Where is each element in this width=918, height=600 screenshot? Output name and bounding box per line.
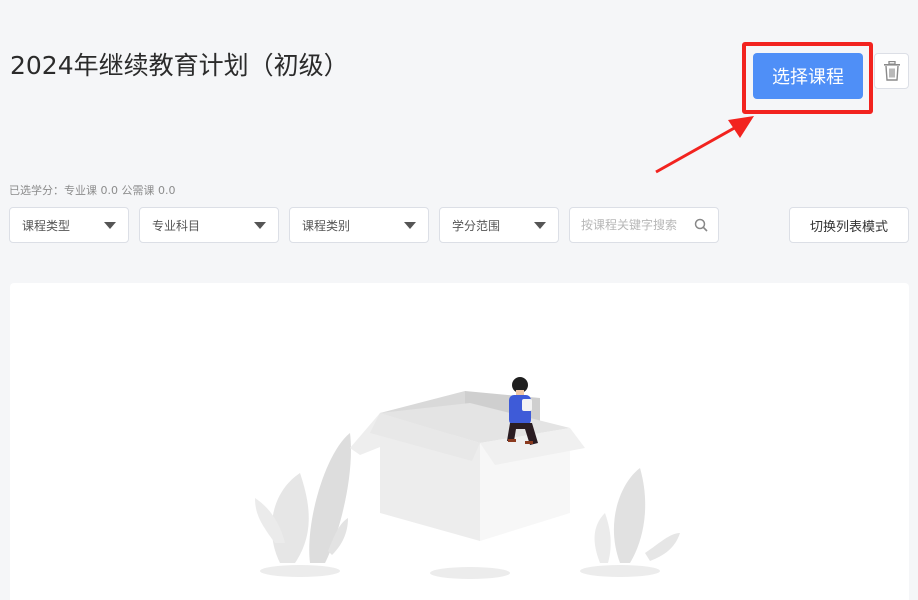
course-list-panel — [10, 283, 909, 600]
select-course-button[interactable]: 选择课程 — [753, 53, 863, 99]
page-title: 2024年继续教育计划（初级） — [10, 51, 349, 80]
filter-label: 学分范围 — [452, 218, 501, 233]
caret-down-icon — [104, 222, 116, 229]
filter-label: 专业科目 — [152, 218, 201, 233]
toggle-list-mode-button[interactable]: 切换列表模式 — [789, 207, 909, 243]
search-input[interactable] — [581, 208, 691, 242]
caret-down-icon — [404, 222, 416, 229]
annotation-arrow — [655, 116, 754, 174]
filter-course-type[interactable]: 课程类型 — [9, 207, 129, 243]
filter-subject[interactable]: 专业科目 — [139, 207, 279, 243]
filter-course-category[interactable]: 课程类别 — [289, 207, 429, 243]
filter-label: 课程类型 — [22, 218, 71, 233]
caret-down-icon — [254, 222, 266, 229]
filter-label: 课程类别 — [302, 218, 351, 233]
search-icon[interactable] — [694, 218, 708, 232]
delete-button[interactable] — [874, 53, 909, 89]
caret-down-icon — [534, 222, 546, 229]
filter-credit-range[interactable]: 学分范围 — [439, 207, 559, 243]
empty-state-illustration — [255, 377, 680, 579]
trash-icon — [883, 61, 900, 81]
search-box — [569, 207, 719, 243]
credit-summary: 已选学分：专业课 0.0 公需课 0.0 — [9, 184, 176, 197]
